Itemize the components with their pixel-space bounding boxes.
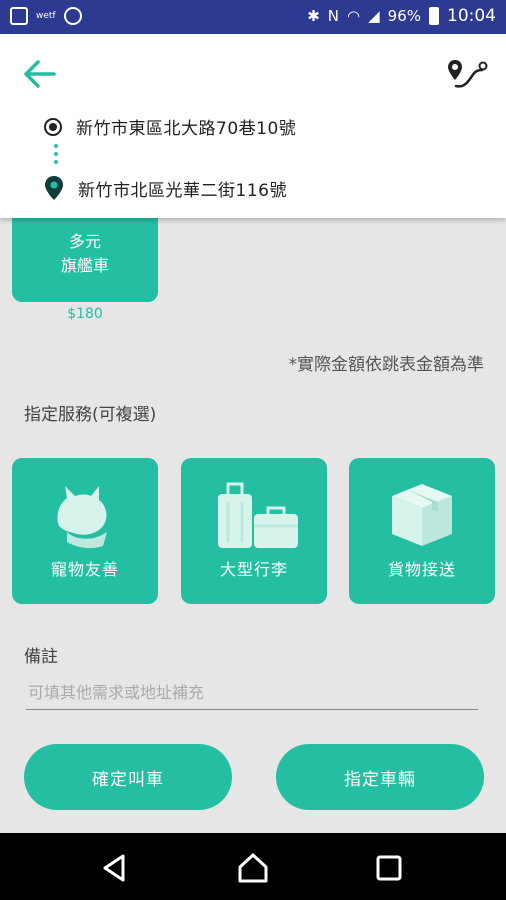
vehicle-price: $180 <box>67 306 103 322</box>
destination-row[interactable]: 新竹市北區光華二街116號 <box>44 175 287 201</box>
package-icon <box>392 484 452 546</box>
nav-back-button[interactable] <box>97 851 131 885</box>
triangle-back-icon <box>103 854 125 882</box>
location-pin-icon <box>45 176 63 200</box>
signal-icon: ◢ <box>368 7 380 25</box>
origin-row[interactable]: 新竹市東區北大路70巷10號 <box>44 114 296 139</box>
barcode-notification-icon <box>63 7 82 25</box>
nfc-icon: N <box>327 7 340 25</box>
battery-icon <box>429 7 439 25</box>
destination-address: 新竹市北區光華二街116號 <box>78 180 287 201</box>
fare-note: *實際金額依跳表金額為準 <box>288 355 485 375</box>
route-button[interactable] <box>446 58 488 92</box>
service-label: 貨物接送 <box>387 560 456 579</box>
remark-input[interactable] <box>26 676 478 710</box>
arrow-left-icon <box>24 60 56 88</box>
service-pet-friendly[interactable]: 寵物友善 <box>12 458 158 604</box>
origin-address: 新竹市東區北大路70巷10號 <box>76 119 297 139</box>
service-label: 寵物友善 <box>50 560 119 579</box>
service-label: 大型行李 <box>219 560 288 579</box>
carrier-tag: wetf <box>36 11 56 21</box>
vehicle-name: 多元 旗艦車 <box>60 232 109 275</box>
nav-home-button[interactable] <box>236 851 270 885</box>
luggage-icon <box>218 482 298 548</box>
battery-percent: 96% <box>387 7 421 25</box>
assign-vehicle-button[interactable]: 指定車輛 <box>276 744 484 810</box>
confirm-ride-button[interactable]: 確定叫車 <box>24 744 232 810</box>
route-icon <box>448 60 488 88</box>
back-button[interactable] <box>20 56 60 92</box>
service-large-luggage[interactable]: 大型行李 <box>181 458 327 604</box>
services-title: 指定服務(可複選) <box>24 405 157 425</box>
route-connector <box>54 144 58 170</box>
clock: 10:04 <box>447 6 496 26</box>
system-nav-bar <box>0 833 506 900</box>
home-icon <box>238 853 268 883</box>
gallery-notification-icon <box>10 7 28 25</box>
wifi-icon: ◠ <box>347 7 361 25</box>
origin-dot-icon <box>44 117 62 136</box>
status-bar: wetf ✱ N ◠ ◢ 96% 10:04 <box>0 0 506 34</box>
nav-recents-button[interactable] <box>372 851 406 885</box>
service-cargo-delivery[interactable]: 貨物接送 <box>349 458 495 604</box>
route-header: 新竹市東區北大路70巷10號 新竹市北區光華二街116號 <box>0 34 506 218</box>
pet-icon <box>57 486 107 549</box>
square-recents-icon <box>376 855 402 881</box>
bluetooth-icon: ✱ <box>307 7 320 25</box>
remark-label: 備註 <box>24 647 58 667</box>
